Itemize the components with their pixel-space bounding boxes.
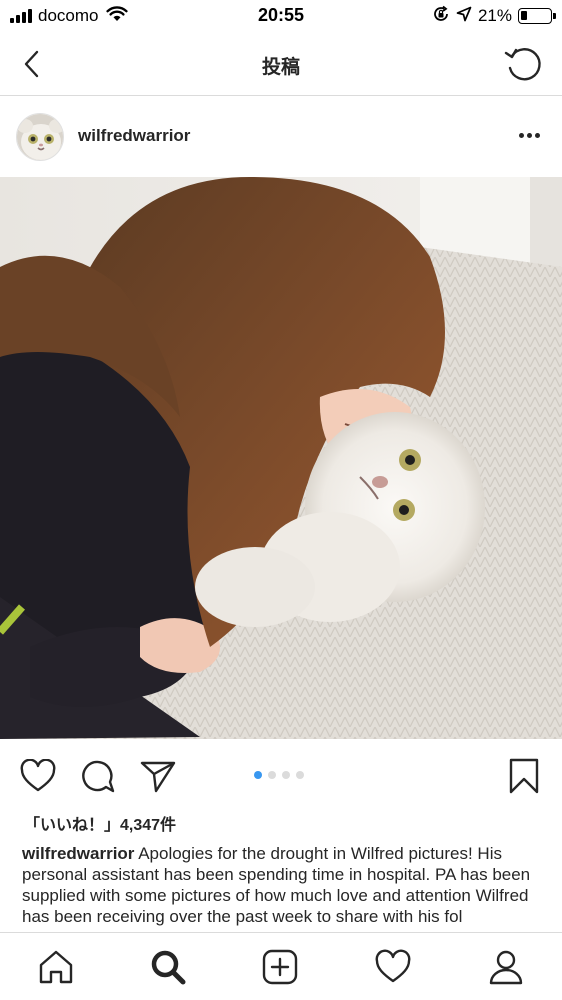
save-button[interactable] <box>504 756 544 796</box>
like-count[interactable]: 「いいね！」4,347件 <box>24 811 176 835</box>
tab-new-post[interactable] <box>258 945 302 989</box>
new-post-icon <box>262 949 298 985</box>
activity-heart-icon <box>375 949 411 983</box>
tab-bar <box>0 932 562 1000</box>
profile-icon <box>489 950 523 985</box>
location-icon <box>456 6 472 27</box>
share-button[interactable] <box>138 756 178 796</box>
refresh-icon <box>504 48 541 81</box>
status-right: 21% <box>432 5 556 28</box>
post-photo[interactable] <box>0 177 562 739</box>
post-header: wilfredwarrior <box>0 97 562 177</box>
status-bar: docomo 20:55 21% <box>0 0 562 34</box>
carousel-indicator <box>254 771 304 779</box>
caption-username[interactable]: wilfredwarrior <box>22 844 134 863</box>
back-button[interactable] <box>14 46 50 82</box>
like-button[interactable] <box>18 756 58 796</box>
tab-home[interactable] <box>34 945 78 989</box>
heart-icon <box>20 759 56 792</box>
battery-percent: 21% <box>477 6 512 25</box>
search-icon <box>151 950 186 985</box>
comment-icon <box>82 760 115 793</box>
bookmark-icon <box>509 758 539 794</box>
tab-search[interactable] <box>146 945 190 989</box>
post-username[interactable]: wilfredwarrior <box>78 126 190 146</box>
carousel-dot <box>254 771 262 779</box>
post-caption: wilfredwarrior Apologies for the drought… <box>22 843 546 927</box>
home-icon <box>39 950 73 984</box>
post-actions <box>0 748 562 804</box>
refresh-button[interactable] <box>502 44 544 84</box>
carousel-dot <box>268 771 276 779</box>
more-horizontal-icon <box>518 132 540 138</box>
carousel-dot <box>296 771 304 779</box>
orientation-lock-icon <box>432 5 450 28</box>
nav-header: 投稿 <box>0 34 562 96</box>
more-options-button[interactable] <box>514 123 544 147</box>
battery-icon <box>518 8 556 24</box>
send-icon <box>140 761 176 793</box>
avatar[interactable] <box>16 113 64 161</box>
carousel-dot <box>282 771 290 779</box>
tab-profile[interactable] <box>484 945 528 989</box>
chevron-left-icon <box>24 50 39 78</box>
page-title: 投稿 <box>261 57 300 78</box>
tab-activity[interactable] <box>371 945 415 989</box>
comment-button[interactable] <box>78 756 118 796</box>
